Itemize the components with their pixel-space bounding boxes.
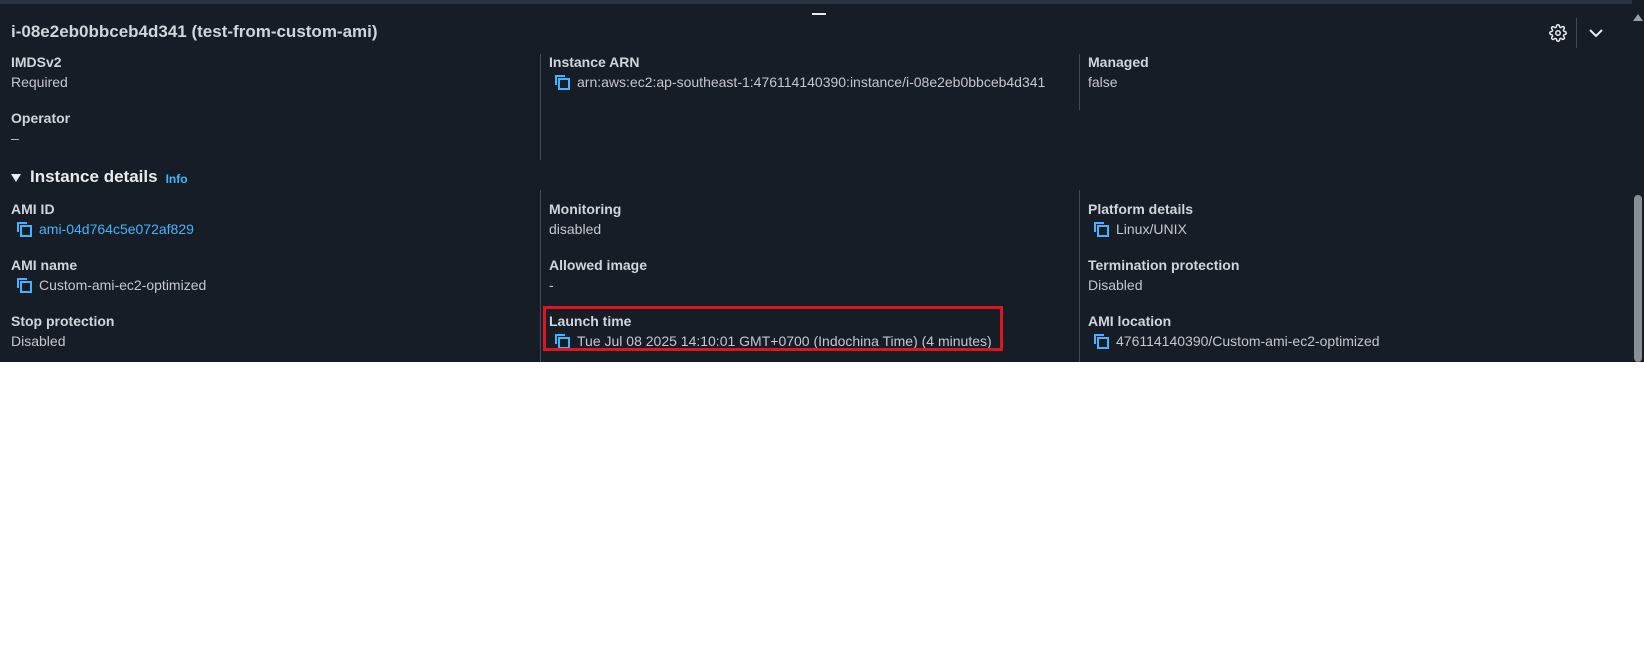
field-value: disabled — [549, 221, 602, 237]
field-label: Monitoring — [549, 201, 622, 217]
instance-detail-panel: i-08e2eb0bbceb4d341 (test-from-custom-am… — [0, 0, 1644, 362]
column-divider — [1079, 54, 1080, 110]
field-value: – — [11, 130, 19, 146]
header-divider — [1576, 18, 1577, 48]
launch-time-highlight — [543, 306, 1003, 351]
field-managed: Managed false — [1088, 53, 1149, 91]
scroll-up-arrow-icon[interactable] — [1633, 14, 1643, 21]
field-label: AMI name — [11, 257, 78, 273]
field-value: Disabled — [1088, 277, 1143, 293]
field-value: Linux/UNIX — [1116, 221, 1187, 237]
field-ami-id: AMI ID ami-04d764c5e072af829 — [11, 200, 194, 238]
field-label: AMI ID — [11, 201, 55, 217]
field-label: Termination protection — [1088, 257, 1240, 273]
info-link[interactable]: Info — [166, 172, 188, 186]
scrollbar-thumb[interactable] — [1634, 195, 1642, 362]
field-label: Platform details — [1088, 201, 1194, 217]
instance-details-section-toggle[interactable]: Instance details Info — [11, 167, 188, 187]
field-label: Operator — [11, 110, 71, 126]
copy-icon[interactable] — [15, 276, 33, 294]
field-label: Stop protection — [11, 313, 115, 329]
detail-content[interactable]: IMDSv2 Required Instance ARN arn:aws:ec2… — [0, 48, 1632, 362]
field-monitoring: Monitoring disabled — [549, 200, 621, 238]
settings-button[interactable] — [1547, 22, 1569, 44]
copy-icon[interactable] — [15, 220, 33, 238]
field-stop-protection: Stop protection Disabled — [11, 312, 114, 350]
field-label: IMDSv2 — [11, 54, 62, 70]
column-divider — [540, 190, 541, 362]
field-ami-location: AMI location 476114140390/Custom-ami-ec2… — [1088, 312, 1380, 350]
column-divider — [540, 54, 541, 160]
field-label: AMI location — [1088, 313, 1172, 329]
field-value: Disabled — [11, 333, 66, 349]
section-title: Instance details — [30, 167, 158, 186]
field-value: 476114140390/Custom-ami-ec2-optimized — [1116, 333, 1380, 349]
field-platform-details: Platform details Linux/UNIX — [1088, 200, 1193, 238]
copy-icon[interactable] — [1092, 220, 1110, 238]
column-divider — [1079, 190, 1080, 362]
copy-icon[interactable] — [1092, 332, 1110, 350]
copy-icon[interactable] — [553, 73, 571, 91]
field-label: Instance ARN — [549, 54, 640, 70]
field-value: Required — [11, 74, 68, 90]
caret-down-icon — [11, 173, 21, 182]
field-value: - — [549, 277, 554, 293]
field-label: Managed — [1088, 54, 1149, 70]
panel-title: i-08e2eb0bbceb4d341 (test-from-custom-am… — [11, 22, 378, 41]
field-value: arn:aws:ec2:ap-southeast-1:476114140390:… — [577, 74, 1046, 90]
collapse-panel-button[interactable] — [1585, 22, 1607, 44]
resize-handle[interactable] — [812, 13, 826, 15]
field-instance-arn: Instance ARN arn:aws:ec2:ap-southeast-1:… — [549, 53, 1045, 91]
gear-icon — [1549, 24, 1567, 42]
chevron-down-icon — [1589, 29, 1603, 38]
field-value: false — [1088, 74, 1118, 90]
field-value: Custom-ami-ec2-optimized — [39, 277, 207, 293]
top-divider — [0, 0, 1632, 4]
field-termination-protection: Termination protection Disabled — [1088, 256, 1239, 294]
field-imdsv2: IMDSv2 Required — [11, 53, 68, 91]
field-ami-name: AMI name Custom-ami-ec2-optimized — [11, 256, 206, 294]
field-operator: Operator – — [11, 109, 70, 147]
ami-id-link[interactable]: ami-04d764c5e072af829 — [39, 220, 194, 238]
field-label: Allowed image — [549, 257, 648, 273]
field-allowed-image: Allowed image - — [549, 256, 647, 294]
